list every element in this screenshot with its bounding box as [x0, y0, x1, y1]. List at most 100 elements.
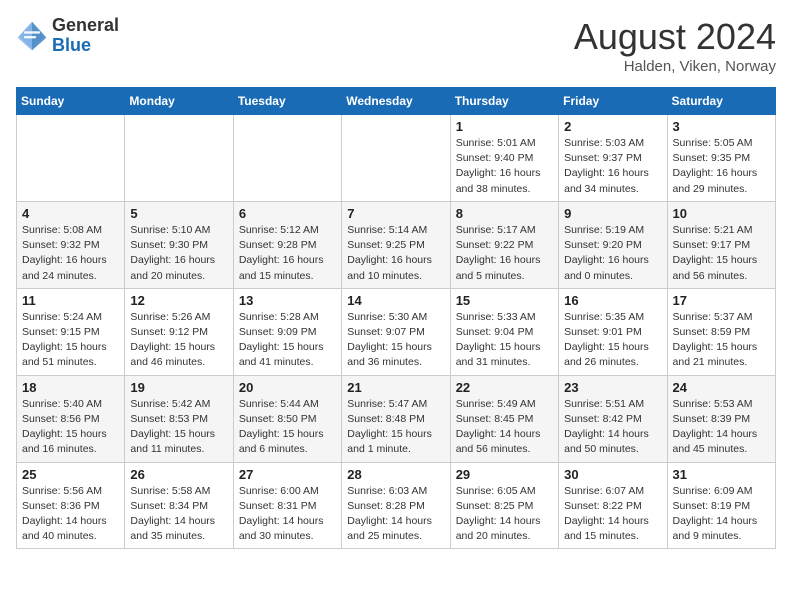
day-info: Sunrise: 5:26 AM Sunset: 9:12 PM Dayligh…	[130, 310, 227, 371]
day-info: Sunrise: 5:37 AM Sunset: 8:59 PM Dayligh…	[673, 310, 770, 371]
day-info: Sunrise: 5:17 AM Sunset: 9:22 PM Dayligh…	[456, 223, 553, 284]
day-info: Sunrise: 5:47 AM Sunset: 8:48 PM Dayligh…	[347, 397, 444, 458]
calendar-week-row: 4 Sunrise: 5:08 AM Sunset: 9:32 PM Daylig…	[17, 201, 776, 288]
calendar-cell: 12 Sunrise: 5:26 AM Sunset: 9:12 PM Dayli…	[125, 288, 233, 375]
day-number: 16	[564, 293, 661, 308]
page-header: General Blue August 2024 Halden, Viken, …	[16, 16, 776, 75]
calendar-cell: 4 Sunrise: 5:08 AM Sunset: 9:32 PM Daylig…	[17, 201, 125, 288]
day-info: Sunrise: 6:03 AM Sunset: 8:28 PM Dayligh…	[347, 484, 444, 545]
day-info: Sunrise: 6:05 AM Sunset: 8:25 PM Dayligh…	[456, 484, 553, 545]
weekday-header-thursday: Thursday	[450, 88, 558, 115]
logo: General Blue	[16, 16, 119, 56]
calendar-table: SundayMondayTuesdayWednesdayThursdayFrid…	[16, 87, 776, 549]
day-info: Sunrise: 5:12 AM Sunset: 9:28 PM Dayligh…	[239, 223, 336, 284]
day-info: Sunrise: 5:03 AM Sunset: 9:37 PM Dayligh…	[564, 136, 661, 197]
day-info: Sunrise: 5:56 AM Sunset: 8:36 PM Dayligh…	[22, 484, 119, 545]
day-info: Sunrise: 5:24 AM Sunset: 9:15 PM Dayligh…	[22, 310, 119, 371]
day-info: Sunrise: 5:28 AM Sunset: 9:09 PM Dayligh…	[239, 310, 336, 371]
calendar-cell: 18 Sunrise: 5:40 AM Sunset: 8:56 PM Dayli…	[17, 375, 125, 462]
day-number: 24	[673, 380, 770, 395]
day-info: Sunrise: 5:58 AM Sunset: 8:34 PM Dayligh…	[130, 484, 227, 545]
day-info: Sunrise: 5:08 AM Sunset: 9:32 PM Dayligh…	[22, 223, 119, 284]
calendar-cell: 16 Sunrise: 5:35 AM Sunset: 9:01 PM Dayli…	[559, 288, 667, 375]
calendar-cell: 28 Sunrise: 6:03 AM Sunset: 8:28 PM Dayli…	[342, 462, 450, 549]
calendar-cell	[125, 115, 233, 202]
day-number: 15	[456, 293, 553, 308]
calendar-cell: 24 Sunrise: 5:53 AM Sunset: 8:39 PM Dayli…	[667, 375, 775, 462]
day-number: 28	[347, 467, 444, 482]
day-info: Sunrise: 5:53 AM Sunset: 8:39 PM Dayligh…	[673, 397, 770, 458]
day-number: 18	[22, 380, 119, 395]
day-info: Sunrise: 5:19 AM Sunset: 9:20 PM Dayligh…	[564, 223, 661, 284]
calendar-cell: 19 Sunrise: 5:42 AM Sunset: 8:53 PM Dayli…	[125, 375, 233, 462]
calendar-cell: 10 Sunrise: 5:21 AM Sunset: 9:17 PM Dayli…	[667, 201, 775, 288]
logo-text: General Blue	[52, 16, 119, 56]
calendar-cell: 25 Sunrise: 5:56 AM Sunset: 8:36 PM Dayli…	[17, 462, 125, 549]
weekday-header-monday: Monday	[125, 88, 233, 115]
day-number: 3	[673, 119, 770, 134]
calendar-cell: 17 Sunrise: 5:37 AM Sunset: 8:59 PM Dayli…	[667, 288, 775, 375]
day-number: 6	[239, 206, 336, 221]
day-info: Sunrise: 5:42 AM Sunset: 8:53 PM Dayligh…	[130, 397, 227, 458]
calendar-cell: 30Sunrise: 6:07 AM Sunset: 8:22 PM Dayli…	[559, 462, 667, 549]
calendar-cell: 20Sunrise: 5:44 AM Sunset: 8:50 PM Dayli…	[233, 375, 341, 462]
day-info: Sunrise: 5:14 AM Sunset: 9:25 PM Dayligh…	[347, 223, 444, 284]
day-number: 12	[130, 293, 227, 308]
day-info: Sunrise: 5:40 AM Sunset: 8:56 PM Dayligh…	[22, 397, 119, 458]
day-number: 25	[22, 467, 119, 482]
calendar-cell: 2 Sunrise: 5:03 AM Sunset: 9:37 PM Daylig…	[559, 115, 667, 202]
day-number: 17	[673, 293, 770, 308]
day-number: 5	[130, 206, 227, 221]
day-info: Sunrise: 6:09 AM Sunset: 8:19 PM Dayligh…	[673, 484, 770, 545]
day-info: Sunrise: 5:05 AM Sunset: 9:35 PM Dayligh…	[673, 136, 770, 197]
day-info: Sunrise: 5:33 AM Sunset: 9:04 PM Dayligh…	[456, 310, 553, 371]
calendar-week-row: 1Sunrise: 5:01 AM Sunset: 9:40 PM Daylig…	[17, 115, 776, 202]
weekday-header-friday: Friday	[559, 88, 667, 115]
calendar-cell: 11 Sunrise: 5:24 AM Sunset: 9:15 PM Dayli…	[17, 288, 125, 375]
calendar-cell: 3 Sunrise: 5:05 AM Sunset: 9:35 PM Daylig…	[667, 115, 775, 202]
calendar-cell: 7 Sunrise: 5:14 AM Sunset: 9:25 PM Daylig…	[342, 201, 450, 288]
day-info: Sunrise: 5:35 AM Sunset: 9:01 PM Dayligh…	[564, 310, 661, 371]
day-number: 7	[347, 206, 444, 221]
logo-icon	[16, 20, 48, 52]
day-info: Sunrise: 5:21 AM Sunset: 9:17 PM Dayligh…	[673, 223, 770, 284]
calendar-week-row: 25 Sunrise: 5:56 AM Sunset: 8:36 PM Dayli…	[17, 462, 776, 549]
month-title: August 2024	[574, 16, 776, 58]
calendar-week-row: 18 Sunrise: 5:40 AM Sunset: 8:56 PM Dayli…	[17, 375, 776, 462]
day-number: 19	[130, 380, 227, 395]
calendar-cell: 13Sunrise: 5:28 AM Sunset: 9:09 PM Dayli…	[233, 288, 341, 375]
weekday-header-sunday: Sunday	[17, 88, 125, 115]
day-info: Sunrise: 5:49 AM Sunset: 8:45 PM Dayligh…	[456, 397, 553, 458]
day-number: 26	[130, 467, 227, 482]
weekday-header-saturday: Saturday	[667, 88, 775, 115]
calendar-cell	[233, 115, 341, 202]
day-number: 27	[239, 467, 336, 482]
calendar-cell: 29 Sunrise: 6:05 AM Sunset: 8:25 PM Dayli…	[450, 462, 558, 549]
calendar-cell: 5Sunrise: 5:10 AM Sunset: 9:30 PM Daylig…	[125, 201, 233, 288]
calendar-cell: 26 Sunrise: 5:58 AM Sunset: 8:34 PM Dayli…	[125, 462, 233, 549]
day-number: 4	[22, 206, 119, 221]
calendar-cell: 6 Sunrise: 5:12 AM Sunset: 9:28 PM Daylig…	[233, 201, 341, 288]
calendar-cell: 31 Sunrise: 6:09 AM Sunset: 8:19 PM Dayli…	[667, 462, 775, 549]
calendar-header-row: SundayMondayTuesdayWednesdayThursdayFrid…	[17, 88, 776, 115]
location: Halden, Viken, Norway	[574, 58, 776, 75]
day-number: 11	[22, 293, 119, 308]
day-number: 29	[456, 467, 553, 482]
day-number: 22	[456, 380, 553, 395]
calendar-cell: 23Sunrise: 5:51 AM Sunset: 8:42 PM Dayli…	[559, 375, 667, 462]
calendar-cell: 27Sunrise: 6:00 AM Sunset: 8:31 PM Dayli…	[233, 462, 341, 549]
day-number: 20	[239, 380, 336, 395]
calendar-cell	[17, 115, 125, 202]
day-number: 2	[564, 119, 661, 134]
weekday-header-wednesday: Wednesday	[342, 88, 450, 115]
day-number: 1	[456, 119, 553, 134]
day-number: 30	[564, 467, 661, 482]
day-number: 10	[673, 206, 770, 221]
day-number: 14	[347, 293, 444, 308]
logo-general: General	[52, 15, 119, 35]
day-info: Sunrise: 5:51 AM Sunset: 8:42 PM Dayligh…	[564, 397, 661, 458]
day-number: 31	[673, 467, 770, 482]
calendar-cell: 21Sunrise: 5:47 AM Sunset: 8:48 PM Dayli…	[342, 375, 450, 462]
day-info: Sunrise: 5:30 AM Sunset: 9:07 PM Dayligh…	[347, 310, 444, 371]
logo-blue: Blue	[52, 35, 91, 55]
